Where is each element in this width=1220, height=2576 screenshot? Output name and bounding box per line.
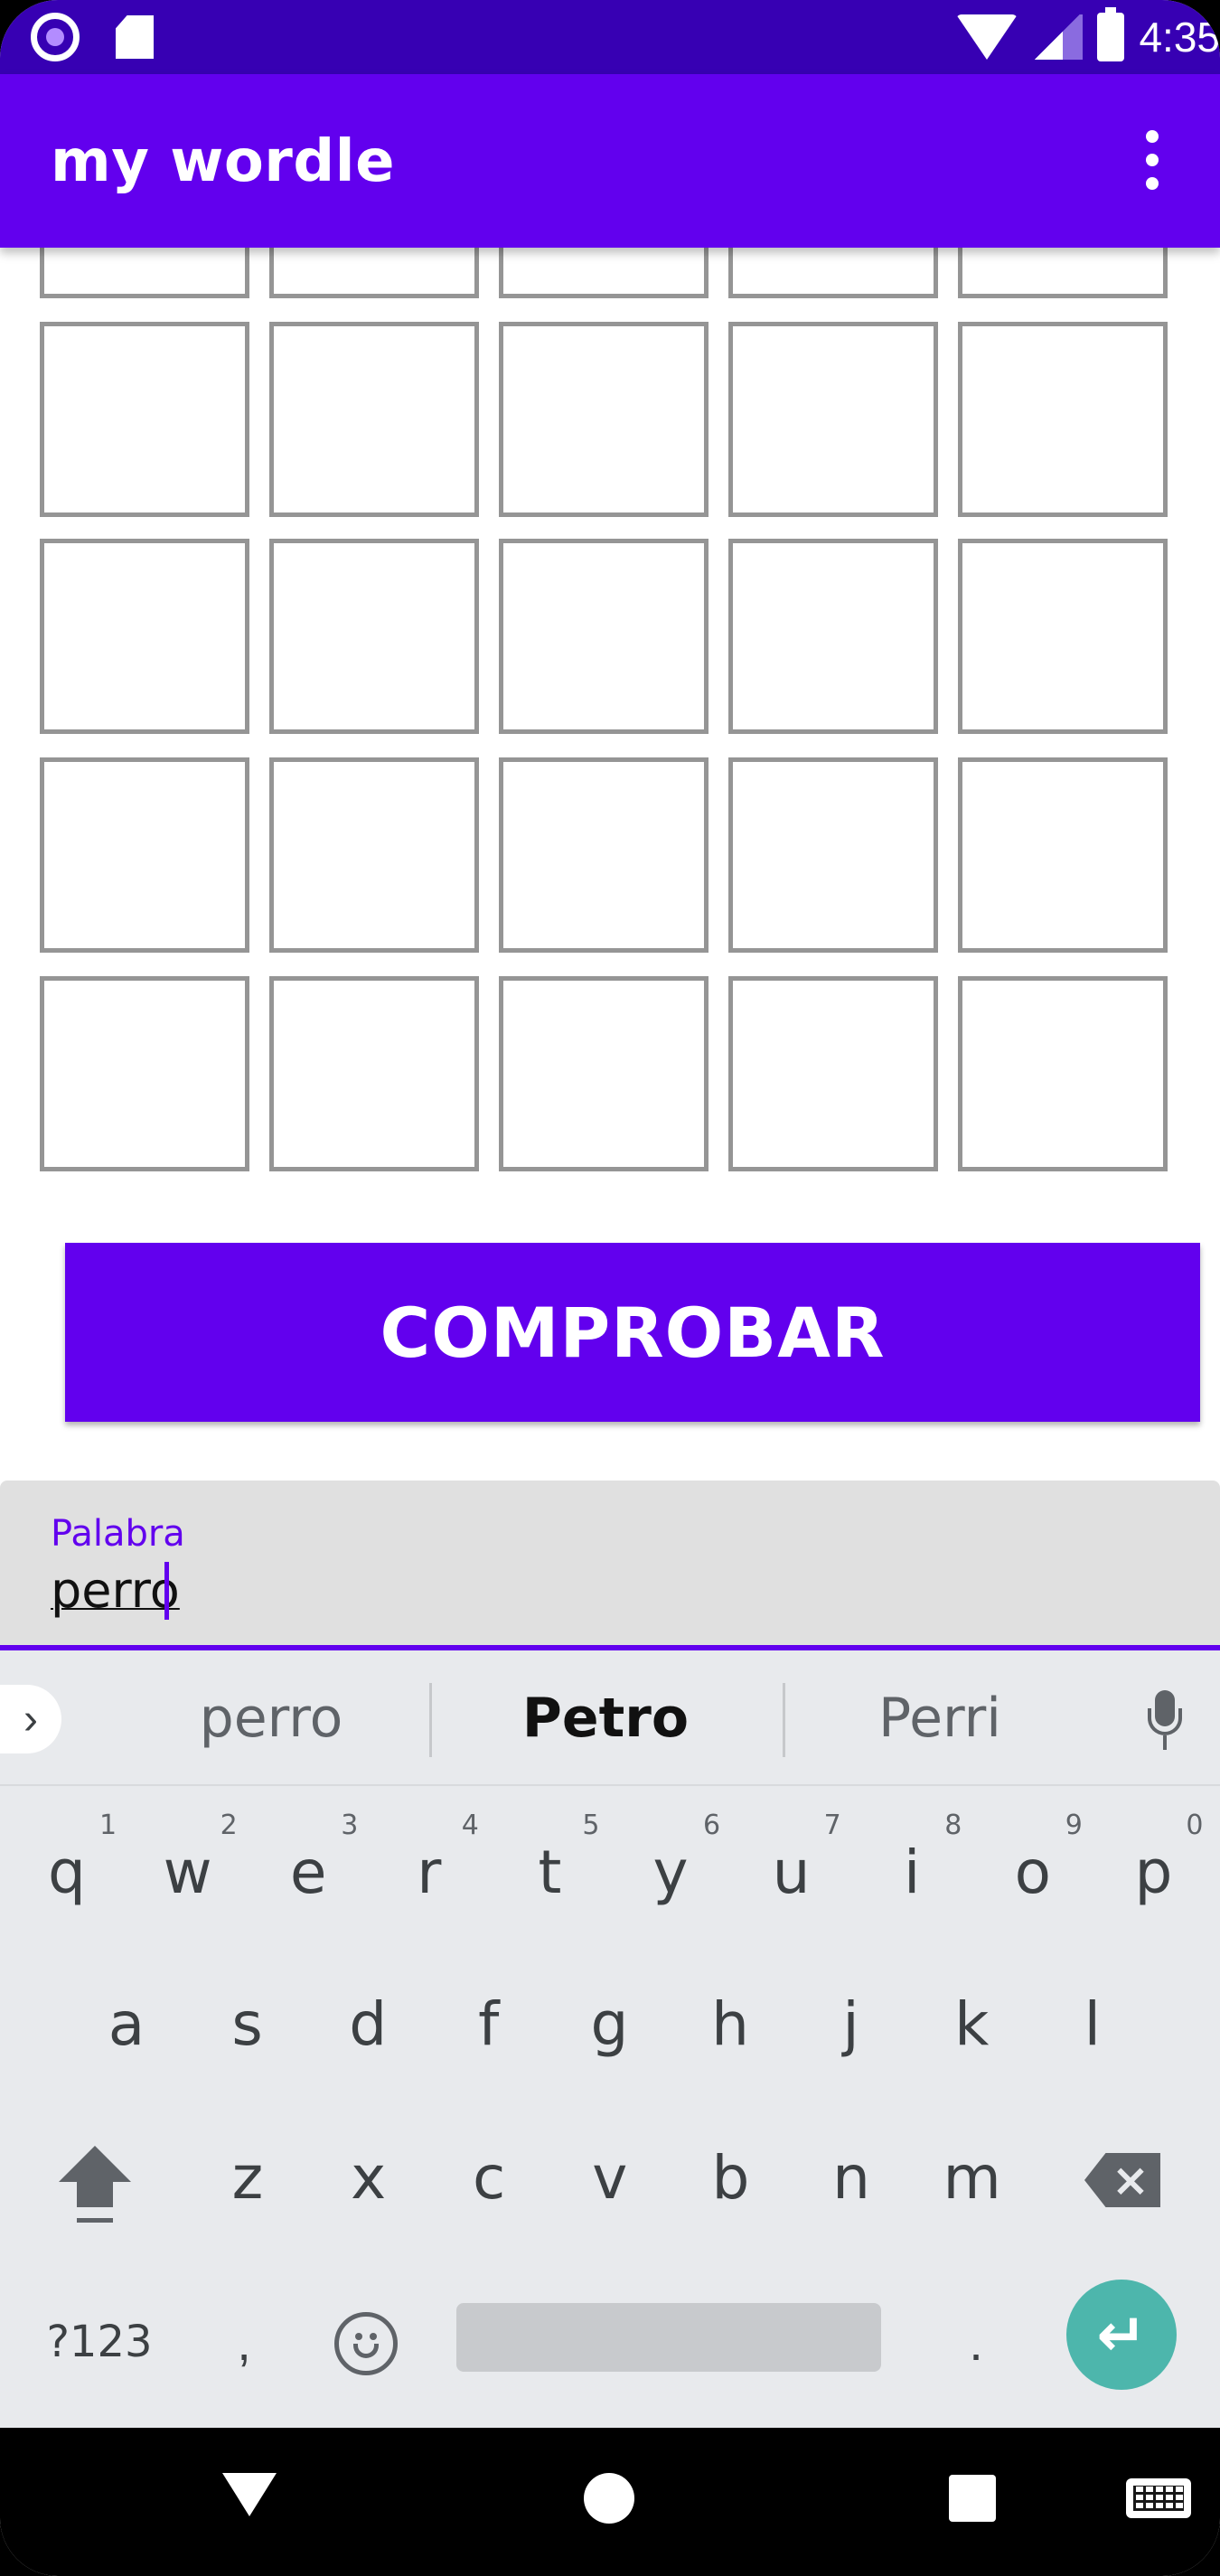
key-a[interactable]: a xyxy=(72,1956,181,2092)
home-circle-icon[interactable] xyxy=(584,2473,634,2524)
comma-key[interactable]: , xyxy=(217,2283,271,2401)
status-bar: 4:35 xyxy=(0,0,1220,74)
app-notification-icon xyxy=(31,13,80,61)
back-triangle-icon[interactable] xyxy=(222,2473,277,2516)
letter-cell xyxy=(958,248,1168,298)
expand-toolbar-icon[interactable]: › xyxy=(0,1685,61,1753)
app-title: my wordle xyxy=(51,128,395,195)
space-bar[interactable] xyxy=(456,2303,881,2372)
letter-cell xyxy=(40,976,249,1171)
letter-cell xyxy=(958,757,1168,953)
suggestion-strip: › perro Petro Perri xyxy=(0,1650,1220,1786)
letter-cell xyxy=(958,322,1168,517)
recents-square-icon[interactable] xyxy=(949,2475,996,2522)
key-hint: 8 xyxy=(944,1810,962,1841)
shift-icon[interactable] xyxy=(54,2146,136,2227)
text-caret xyxy=(164,1562,169,1620)
letter-cell xyxy=(40,539,249,734)
key-f[interactable]: f xyxy=(435,1956,543,2092)
letter-cell xyxy=(269,976,479,1171)
cell-signal-icon xyxy=(1032,14,1084,60)
key-b[interactable]: b xyxy=(676,2110,784,2245)
status-time: 4:35 xyxy=(1139,14,1220,61)
overflow-menu-icon[interactable] xyxy=(1103,110,1202,210)
microphone-icon[interactable] xyxy=(1146,1690,1182,1753)
letter-cell xyxy=(728,248,938,298)
key-m[interactable]: m xyxy=(918,2110,1027,2245)
palabra-field[interactable]: Palabra perro xyxy=(0,1481,1220,1650)
palabra-field-label: Palabra xyxy=(51,1513,185,1555)
key-hint: 4 xyxy=(461,1810,479,1841)
enter-icon[interactable]: ↵ xyxy=(1066,2280,1177,2390)
phone-screen: 4:35 my wordle COMPROBAR Palabra perro ›… xyxy=(0,0,1220,2576)
key-hint: 9 xyxy=(1065,1810,1083,1841)
sd-card-icon xyxy=(116,15,154,59)
key-n[interactable]: n xyxy=(797,2110,906,2245)
letter-cell xyxy=(958,976,1168,1171)
letter-cell xyxy=(728,322,938,517)
emoji-icon[interactable] xyxy=(334,2312,398,2375)
letter-cell xyxy=(269,757,479,953)
soft-keyboard: › perro Petro Perri × ?123 , . ↵ q1w2e3r… xyxy=(0,1650,1220,2428)
symbols-key[interactable]: ?123 xyxy=(27,2283,172,2401)
app-bar: my wordle xyxy=(0,74,1220,248)
wordle-grid xyxy=(40,248,1175,1179)
key-d[interactable]: d xyxy=(314,1956,422,2092)
letter-cell xyxy=(499,248,709,298)
suggestion-divider xyxy=(429,1683,432,1757)
key-h[interactable]: h xyxy=(676,1956,784,2092)
letter-cell xyxy=(40,322,249,517)
key-hint: 2 xyxy=(220,1810,238,1841)
letter-cell xyxy=(499,539,709,734)
letter-cell xyxy=(728,757,938,953)
key-v[interactable]: v xyxy=(556,2110,664,2245)
key-hint: 6 xyxy=(703,1810,721,1841)
letter-cell xyxy=(958,539,1168,734)
suggestion-2[interactable]: Petro xyxy=(443,1687,768,1750)
letter-cell xyxy=(40,757,249,953)
key-k[interactable]: k xyxy=(917,1956,1026,2092)
status-bar-system: 4:35 xyxy=(956,7,1220,67)
key-hint: 5 xyxy=(582,1810,600,1841)
key-hint: 0 xyxy=(1186,1810,1204,1841)
key-j[interactable]: j xyxy=(797,1956,906,2092)
letter-cell xyxy=(269,539,479,734)
letter-cell xyxy=(269,322,479,517)
key-x[interactable]: x xyxy=(314,2110,423,2245)
key-hint: 7 xyxy=(823,1810,841,1841)
key-hint: 1 xyxy=(99,1810,117,1841)
comprobar-button[interactable]: COMPROBAR xyxy=(65,1243,1200,1422)
navigation-bar xyxy=(0,2428,1220,2576)
letter-cell xyxy=(499,757,709,953)
period-key[interactable]: . xyxy=(949,2283,1003,2401)
keyboard-icon[interactable] xyxy=(1126,2478,1191,2518)
suggestion-1[interactable]: perro xyxy=(108,1687,434,1750)
letter-cell xyxy=(269,248,479,298)
letter-cell xyxy=(728,539,938,734)
backspace-icon[interactable]: × xyxy=(1084,2153,1160,2207)
letter-cell xyxy=(728,976,938,1171)
palabra-input[interactable]: perro xyxy=(51,1562,180,1619)
status-bar-notifications xyxy=(31,13,154,61)
key-g[interactable]: g xyxy=(555,1956,663,2092)
key-z[interactable]: z xyxy=(193,2110,302,2245)
wifi-icon xyxy=(956,14,1018,60)
suggestion-3[interactable]: Perri xyxy=(777,1687,1103,1750)
key-l[interactable]: l xyxy=(1038,1956,1147,2092)
key-s[interactable]: s xyxy=(193,1956,302,2092)
key-hint: 3 xyxy=(341,1810,359,1841)
letter-cell xyxy=(499,976,709,1171)
letter-cell xyxy=(40,248,249,298)
letter-cell xyxy=(499,322,709,517)
key-c[interactable]: c xyxy=(435,2110,543,2245)
battery-icon xyxy=(1097,7,1125,61)
